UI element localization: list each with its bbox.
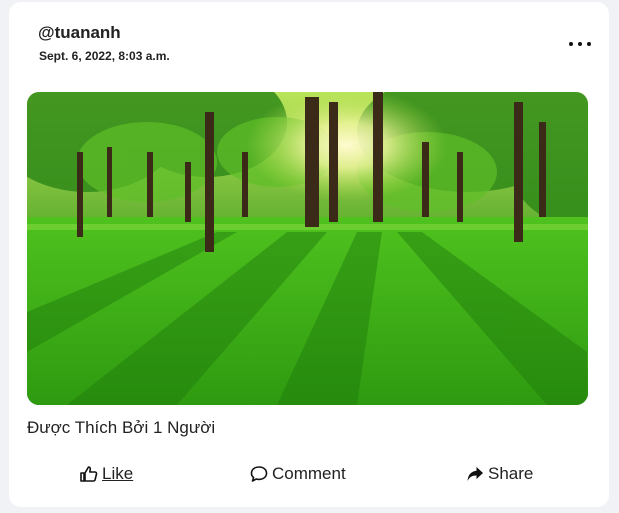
post-photo[interactable] — [27, 92, 588, 405]
share-button[interactable]: Share — [466, 464, 533, 484]
post-timestamp: Sept. 6, 2022, 8:03 a.m. — [39, 49, 170, 63]
comment-label: Comment — [272, 464, 346, 483]
likes-count-text: Được Thích Bởi 1 Người — [27, 418, 216, 437]
share-arrow-icon — [466, 465, 484, 483]
ellipsis-dot — [578, 42, 582, 46]
post-username[interactable]: @tuananh — [38, 23, 121, 43]
share-label: Share — [488, 464, 534, 483]
ellipsis-dot — [587, 42, 591, 46]
like-button[interactable]: Like — [80, 464, 133, 484]
forest-park-image — [27, 92, 588, 405]
comment-button[interactable]: Comment — [250, 464, 346, 484]
post-card: @tuananh Sept. 6, 2022, 8:03 a.m. Được T… — [9, 2, 609, 507]
like-label: Like — [102, 464, 134, 483]
speech-bubble-icon — [250, 465, 268, 483]
more-options-button[interactable] — [569, 38, 591, 50]
thumbs-up-icon — [80, 465, 98, 483]
ellipsis-icon — [569, 42, 573, 46]
